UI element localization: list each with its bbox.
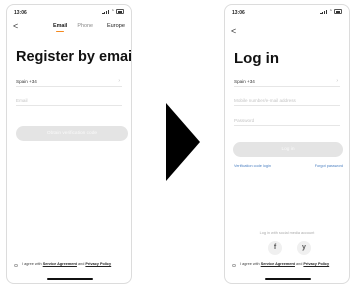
twitter-login-button[interactable]: y: [297, 241, 311, 255]
chevron-right-icon: ›: [336, 78, 338, 84]
email-placeholder: Email: [16, 98, 28, 103]
right-arrow-icon: [166, 103, 200, 181]
login-button[interactable]: Log in: [233, 142, 343, 157]
social-login-caption: Log in with social media account: [259, 231, 315, 235]
wifi-icon: ◔: [110, 8, 114, 14]
status-icons: ◔: [102, 9, 124, 14]
agreement-text: I agree with Service Agreement and Priva…: [232, 262, 343, 268]
status-icons: ◔: [320, 9, 342, 14]
privacy-policy-link[interactable]: Privacy Policy: [303, 262, 329, 266]
password-field[interactable]: Password: [234, 116, 340, 126]
service-agreement-link[interactable]: Service Agreement: [261, 262, 295, 266]
country-selector[interactable]: Spain +34 ›: [234, 77, 340, 87]
register-tabs: Email Phone: [53, 23, 93, 32]
login-screen: 13:06 ◔ < Log in Spain +34 › Mobile numb…: [224, 4, 350, 284]
signal-icon: [102, 9, 109, 14]
wifi-icon: ◔: [328, 8, 332, 14]
privacy-policy-link[interactable]: Privacy Policy: [85, 262, 111, 266]
password-placeholder: Password: [234, 118, 255, 123]
status-time: 13:06: [14, 10, 27, 16]
back-button[interactable]: <: [231, 27, 236, 36]
account-field[interactable]: Mobile number/e-mail address: [234, 96, 340, 106]
battery-icon: [116, 9, 124, 14]
facebook-icon: f: [273, 244, 277, 251]
forgot-password-link[interactable]: Forgot password: [315, 164, 343, 168]
tab-phone[interactable]: Phone: [77, 23, 93, 29]
country-value: Spain +34: [234, 79, 255, 84]
twitter-icon: y: [302, 244, 306, 251]
verification-code-login-link[interactable]: Verification code login: [234, 164, 271, 168]
back-button[interactable]: <: [13, 22, 18, 31]
tab-email[interactable]: Email: [53, 23, 67, 32]
country-value: Spain +34: [16, 79, 37, 84]
chevron-right-icon: ›: [118, 78, 120, 84]
home-indicator: [265, 278, 311, 280]
service-agreement-link[interactable]: Service Agreement: [43, 262, 77, 266]
home-indicator: [47, 278, 93, 280]
page-title: Log in: [234, 50, 279, 67]
email-field[interactable]: Email: [16, 96, 122, 106]
obtain-code-button[interactable]: Obtain verification code: [16, 126, 128, 141]
status-bar: 13:06 ◔: [232, 9, 342, 17]
country-selector[interactable]: Spain +34 ›: [16, 77, 122, 87]
agreement-text: I agree with Service Agreement and Priva…: [14, 262, 125, 268]
region-selector[interactable]: Europe: [107, 23, 125, 29]
agree-checkbox[interactable]: [14, 263, 18, 268]
agree-checkbox[interactable]: [232, 263, 236, 268]
status-bar: 13:06 ◔: [14, 9, 124, 17]
status-time: 13:06: [232, 10, 245, 16]
account-placeholder: Mobile number/e-mail address: [234, 98, 296, 103]
facebook-login-button[interactable]: f: [268, 241, 282, 255]
page-title: Register by email: [16, 49, 132, 65]
battery-icon: [334, 9, 342, 14]
signal-icon: [320, 9, 327, 14]
register-screen: 13:06 ◔ < Email Phone Europe Register by…: [6, 4, 132, 284]
